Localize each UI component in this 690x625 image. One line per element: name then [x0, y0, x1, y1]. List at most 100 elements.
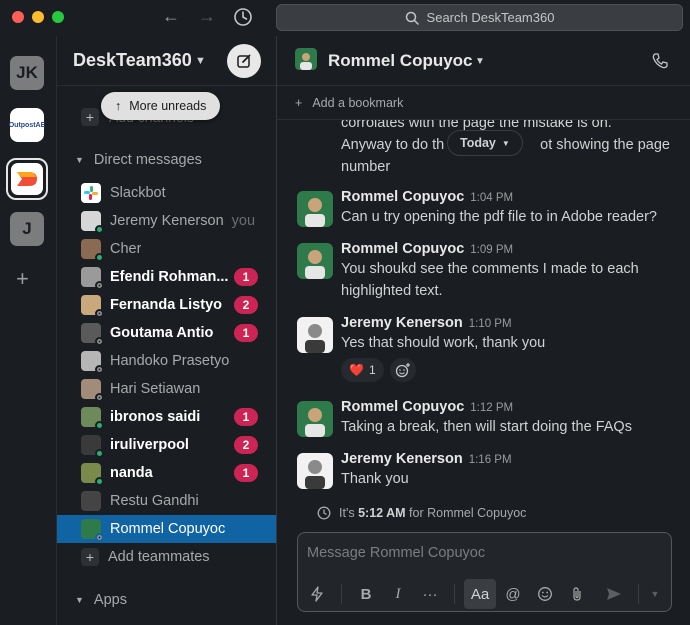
send-button[interactable]	[599, 579, 629, 609]
workspace-header[interactable]: DeskTeam360 ▼	[57, 36, 276, 86]
workspace-name[interactable]: DeskTeam360	[73, 50, 192, 71]
direct-messages-section-header[interactable]: ▼ Direct messages	[75, 152, 202, 168]
workspace-j[interactable]: J	[10, 212, 44, 246]
message-time[interactable]: 1:04 PM	[470, 192, 513, 204]
caret-down-icon: ▼	[75, 155, 84, 165]
message-time[interactable]: 1:16 PM	[469, 454, 512, 466]
date-divider-today[interactable]: Today ▼	[447, 130, 523, 156]
apps-section-header[interactable]: ▼ Apps	[75, 592, 127, 608]
toolbar-divider	[638, 584, 639, 604]
channel-title[interactable]: Rommel Copuyoc	[328, 51, 473, 71]
mention-button[interactable]: @	[498, 579, 528, 609]
dm-name: Jeremy Kenerson	[110, 213, 224, 229]
caret-down-icon: ▼	[75, 595, 84, 605]
dm-item-ibronos-saidi[interactable]: ibronos saidi 1	[57, 403, 276, 431]
more-unreads-button[interactable]: ↑ More unreads	[101, 92, 221, 120]
workspace-outpostae[interactable]: OutpostAE	[9, 108, 45, 142]
message-text: number	[341, 159, 391, 175]
rommel-avatar	[297, 191, 333, 227]
add-bookmark-link[interactable]: Add a bookmark	[312, 96, 403, 110]
message-sender[interactable]: Rommel Copuyoc	[341, 241, 464, 257]
avatar	[81, 323, 104, 346]
phone-icon[interactable]	[651, 52, 669, 70]
dm-item-handoko-prasetyo[interactable]: Handoko Prasetyo	[57, 347, 276, 375]
message-time[interactable]: 1:12 PM	[470, 402, 513, 414]
send-options-chevron-icon[interactable]: ▼	[648, 579, 662, 609]
avatar	[81, 407, 104, 430]
away-status-icon	[95, 281, 104, 290]
message-sender[interactable]: Rommel Copuyoc	[341, 189, 464, 205]
dm-item-cher[interactable]: Cher	[57, 235, 276, 263]
main-pane: Rommel Copuyoc ▼ + Add a bookmark corrol…	[277, 36, 690, 625]
online-status-icon	[95, 253, 104, 262]
title-bar: ← → Search DeskTeam360	[0, 0, 690, 36]
dm-name: nanda	[110, 465, 153, 481]
add-workspace-icon[interactable]: +	[16, 266, 29, 292]
unread-badge: 1	[234, 464, 258, 482]
deskteam360-logo-icon	[17, 172, 37, 186]
message-sender[interactable]: Jeremy Kenerson	[341, 451, 463, 467]
clock-icon	[317, 506, 331, 520]
message-time[interactable]: 1:09 PM	[470, 244, 513, 256]
dm-item-efendi-rohman[interactable]: Efendi Rohman... 1	[57, 263, 276, 291]
away-status-icon	[95, 365, 104, 374]
close-window-button[interactable]	[12, 11, 24, 23]
message-time[interactable]: 1:10 PM	[469, 318, 512, 330]
dm-name: Efendi Rohman...	[110, 269, 229, 285]
dm-item-fernanda-listyo[interactable]: Fernanda Listyo 2	[57, 291, 276, 319]
shortcuts-lightning-icon[interactable]	[302, 579, 332, 609]
dm-item-rommel-copuyoc[interactable]: Rommel Copuyoc	[57, 515, 276, 543]
more-unreads-label: More unreads	[129, 99, 207, 113]
dm-name: Restu Gandhi	[110, 493, 199, 509]
chevron-down-icon[interactable]: ▼	[475, 56, 485, 67]
chevron-down-icon[interactable]: ▼	[195, 55, 206, 67]
formatting-toggle-button[interactable]: Aa	[464, 579, 496, 609]
search-bar[interactable]: Search DeskTeam360	[276, 4, 683, 31]
rommel-avatar	[295, 48, 317, 70]
minimize-window-button[interactable]	[32, 11, 44, 23]
avatar	[81, 519, 104, 542]
away-status-icon	[95, 393, 104, 402]
search-icon	[405, 11, 419, 25]
message-sender[interactable]: Jeremy Kenerson	[341, 315, 463, 331]
emoji-button[interactable]	[530, 579, 560, 609]
forward-arrow-icon[interactable]: →	[198, 6, 216, 27]
sidebar: DeskTeam360 ▼ + Add channels ↑ More unre…	[57, 36, 277, 625]
unread-badge: 1	[234, 268, 258, 286]
local-time-prefix: It's	[339, 506, 355, 520]
maximize-window-button[interactable]	[52, 11, 64, 23]
back-arrow-icon[interactable]: ←	[162, 6, 180, 27]
plus-icon[interactable]: +	[295, 96, 302, 110]
workspace-jk[interactable]: JK	[10, 56, 44, 90]
avatar	[81, 351, 104, 374]
message-text: Taking a break, then will start doing th…	[341, 419, 632, 435]
italic-button[interactable]: I	[383, 579, 413, 609]
away-status-icon	[95, 533, 104, 542]
apps-label: Apps	[93, 592, 127, 608]
workspace-deskteam360-current[interactable]	[6, 158, 48, 200]
compose-icon	[237, 54, 251, 68]
bold-button[interactable]: B	[351, 579, 381, 609]
dm-item-slackbot[interactable]: Slackbot	[57, 179, 276, 207]
plus-icon: +	[81, 108, 99, 126]
avatar	[81, 491, 101, 511]
message-sender[interactable]: Rommel Copuyoc	[341, 399, 464, 415]
dm-item-goutama-antio[interactable]: Goutama Antio 1	[57, 319, 276, 347]
send-icon	[607, 588, 621, 600]
dm-item-restu-gandhi[interactable]: Restu Gandhi	[57, 487, 276, 515]
history-clock-icon[interactable]	[233, 7, 253, 27]
heart-reaction[interactable]: ❤️ 1	[341, 358, 384, 382]
attach-button[interactable]	[562, 579, 592, 609]
compose-button[interactable]	[227, 44, 261, 78]
message-input[interactable]	[307, 545, 657, 561]
dm-name: Rommel Copuyoc	[110, 521, 226, 537]
more-formatting-button[interactable]: ···	[415, 579, 445, 609]
add-teammates-item[interactable]: + Add teammates	[57, 543, 276, 571]
dm-item-nanda[interactable]: nanda 1	[57, 459, 276, 487]
jeremy-avatar	[297, 453, 333, 489]
dm-item-iruliverpool[interactable]: iruliverpool 2	[57, 431, 276, 459]
dm-list: Slackbot Jeremy Kenerson you Cher Efendi…	[57, 179, 276, 571]
dm-item-jeremy-kenerson[interactable]: Jeremy Kenerson you	[57, 207, 276, 235]
dm-item-hari-setiawan[interactable]: Hari Setiawan	[57, 375, 276, 403]
add-reaction-button[interactable]	[389, 358, 416, 382]
